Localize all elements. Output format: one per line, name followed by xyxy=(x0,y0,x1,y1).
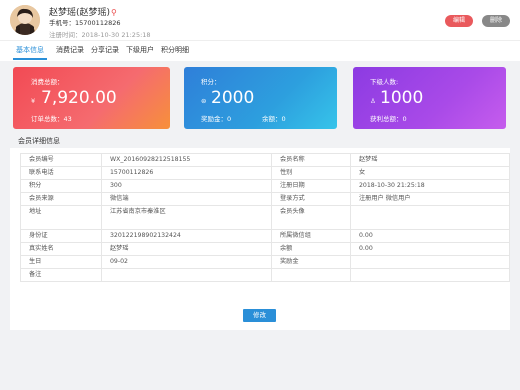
table-row: 会员编号 WX_20160928212518155 会员名称 赵梦瑶 xyxy=(20,153,510,167)
table-row: 会员来源 微信端 登录方式 注册用户 微信用户 xyxy=(20,192,510,206)
user-icon: ♙ xyxy=(370,97,376,105)
section-title: 会员详细信息 xyxy=(18,137,60,145)
consume-total-card: 消费总额： ¥ 7,920.00 订单总数：43 xyxy=(13,67,170,129)
tab-points-details[interactable]: 积分明细 xyxy=(161,45,189,55)
consume-total-value: 7,920.00 xyxy=(41,88,117,108)
field-label: 生日 xyxy=(20,255,102,269)
points-icon: ⊜ xyxy=(201,97,207,105)
table-row: 积分 300 注册日期 2018-10-30 21:25:18 xyxy=(20,179,510,193)
member-info-table: 会员编号 WX_20160928212518155 会员名称 赵梦瑶 联系电话 15700… xyxy=(20,153,510,282)
field-value: WX_20160928212518155 xyxy=(101,153,272,167)
field-label: 注册日期 xyxy=(271,179,351,193)
yuan-icon: ¥ xyxy=(31,97,36,105)
register-time: 注册时间：2018-10-30 21:25:18 xyxy=(49,31,151,39)
table-row: 联系电话 15700112826 性别女 xyxy=(20,166,510,180)
field-label: 会员头像 xyxy=(271,205,351,230)
field-value: 女 xyxy=(350,166,510,180)
table-row: 生日 09-02 奖励金 xyxy=(20,255,510,269)
field-value xyxy=(350,268,510,282)
field-label: 地址 xyxy=(20,205,102,230)
downline-label: 下级人数: xyxy=(370,78,399,86)
downline-value: 1000 xyxy=(380,88,424,108)
field-value: 2018-10-30 21:25:18 xyxy=(350,179,510,193)
modify-button[interactable]: 修改 xyxy=(243,309,276,322)
location-pin-icon: ⚲ xyxy=(111,8,117,17)
balance: 余额：0 xyxy=(262,115,286,123)
field-value: 300 xyxy=(101,179,272,193)
active-tab-indicator xyxy=(13,58,47,60)
field-label: 登录方式 xyxy=(271,192,351,206)
consume-total-label: 消费总额： xyxy=(31,78,64,86)
points-card: 积分： ⊜ 2000 奖励金：0 余额：0 xyxy=(184,67,337,129)
field-label: 身份证 xyxy=(20,229,102,243)
field-value: 15700112826 xyxy=(101,166,272,180)
table-row: 地址 江苏省南京市秦淮区 会员头像 xyxy=(20,205,510,230)
profit-total: 获利总额：0 xyxy=(370,115,407,123)
member-detail-panel: 会员编号 WX_20160928212518155 会员名称 赵梦瑶 联系电话 15700… xyxy=(10,148,510,330)
field-value: 赵梦瑶 xyxy=(350,153,510,167)
tab-consume-records[interactable]: 消费记录 xyxy=(56,45,84,55)
field-label: 备注 xyxy=(20,268,102,282)
field-label: 会员编号 xyxy=(20,153,102,167)
table-row: 真实姓名 赵梦瑶 余额 0.00 xyxy=(20,242,510,256)
edit-button[interactable]: 编辑 xyxy=(445,15,473,27)
field-label: 会员来源 xyxy=(20,192,102,206)
field-label: 积分 xyxy=(20,179,102,193)
field-value: 微信端 xyxy=(101,192,272,206)
field-value: 0.00 xyxy=(350,229,510,243)
reward-money: 奖励金：0 xyxy=(201,115,232,123)
field-value: 赵梦瑶 xyxy=(101,242,272,256)
delete-button[interactable]: 删除 xyxy=(482,15,510,27)
tab-basic-info[interactable]: 基本信息 xyxy=(16,45,44,55)
field-value xyxy=(350,255,510,269)
tab-share-records[interactable]: 分享记录 xyxy=(91,45,119,55)
field-label: 会员名称 xyxy=(271,153,351,167)
field-value: 江苏省南京市秦淮区 xyxy=(101,205,272,230)
tab-bar: 基本信息 消费记录 分享记录 下级用户 积分明细 xyxy=(0,40,520,61)
field-label: 性别 xyxy=(271,166,351,180)
field-value: 注册用户 微信用户 xyxy=(350,192,510,206)
table-row: 身份证 320122198902132424 所属微信组 0.00 xyxy=(20,229,510,243)
field-label: 奖励金 xyxy=(271,255,351,269)
avatar xyxy=(10,5,40,35)
field-label: 真实姓名 xyxy=(20,242,102,256)
field-value xyxy=(101,268,272,282)
field-label: 所属微信组 xyxy=(271,229,351,243)
profile-header: 赵梦瑶(赵梦瑶)⚲ 手机号：15700112826 注册时间：2018-10-3… xyxy=(0,0,520,40)
field-value: 320122198902132424 xyxy=(101,229,272,243)
tab-downline-users[interactable]: 下级用户 xyxy=(126,45,154,55)
field-value: 0.00 xyxy=(350,242,510,256)
table-row: 备注 xyxy=(20,268,510,282)
order-count: 订单总数：43 xyxy=(31,115,72,123)
field-label: 余额 xyxy=(271,242,351,256)
points-label: 积分： xyxy=(201,78,221,86)
downline-card: 下级人数: ♙ 1000 获利总额：0 xyxy=(353,67,506,129)
field-value: 09-02 xyxy=(101,255,272,269)
field-value xyxy=(350,205,510,230)
user-phone: 手机号：15700112826 xyxy=(49,19,121,27)
points-value: 2000 xyxy=(211,88,255,108)
field-label xyxy=(271,268,351,282)
field-label: 联系电话 xyxy=(20,166,102,180)
